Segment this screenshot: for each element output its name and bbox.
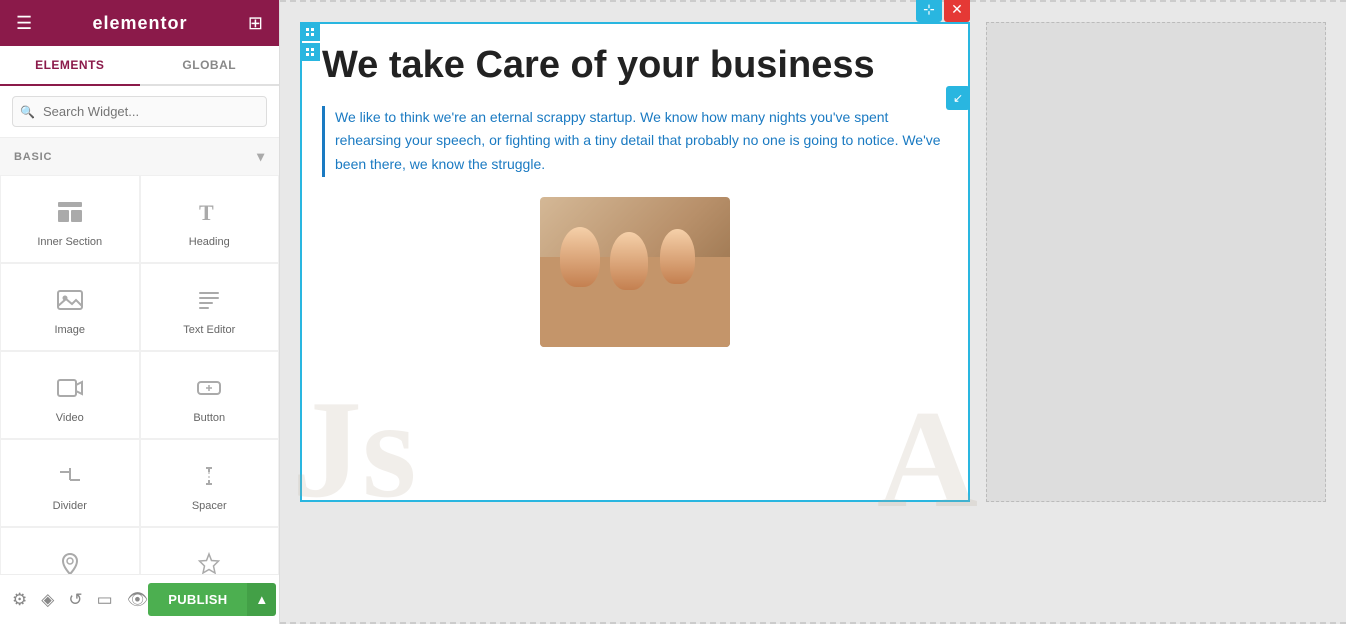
video-icon: [52, 370, 88, 406]
hamburger-icon[interactable]: ☰: [16, 13, 32, 34]
heading-icon: T: [191, 194, 227, 230]
handle-box-top[interactable]: [300, 23, 320, 41]
history-icon[interactable]: ↺: [68, 590, 82, 610]
widget-maps[interactable]: Google Maps: [0, 527, 140, 574]
sidebar: ☰ elementor ⊞ ELEMENTS GLOBAL BASIC ▾: [0, 0, 280, 624]
content-body: We like to think we're an eternal scrapp…: [322, 106, 948, 177]
desktop-icon[interactable]: ▭: [97, 590, 113, 610]
app-title: elementor: [93, 13, 188, 34]
panel-controls: ⊹ ✕: [916, 0, 970, 22]
handle-box-bottom[interactable]: [300, 43, 320, 61]
resize-handle[interactable]: ↙: [946, 86, 970, 110]
divider-icon: [52, 458, 88, 494]
right-watermark-a: A: [986, 22, 1064, 43]
widget-spacer[interactable]: Spacer: [140, 439, 280, 527]
sidebar-tabs: ELEMENTS GLOBAL: [0, 46, 279, 86]
maps-icon: [52, 546, 88, 574]
widget-spacer-label: Spacer: [192, 500, 227, 512]
footer-icons: ⚙ ◈ ↺ ▭ 👁: [12, 590, 148, 610]
publish-button-wrap: PUBLISH ▲: [148, 583, 276, 616]
widget-grid: Inner Section T Heading Image: [0, 175, 279, 574]
widget-video[interactable]: Video: [0, 351, 140, 439]
icon-icon: [191, 546, 227, 574]
section-basic-text: BASIC: [14, 151, 52, 163]
publish-button[interactable]: PUBLISH: [148, 583, 247, 616]
meeting-person-1: [560, 227, 600, 287]
right-photo-panel: Js A: [986, 22, 1326, 502]
text-editor-icon: [191, 282, 227, 318]
widget-heading[interactable]: T Heading: [140, 175, 280, 263]
canvas-area: ⊹ ✕ ↙ We take Care of your business We l…: [280, 2, 1346, 622]
content-heading: We take Care of your business: [322, 44, 948, 88]
widget-divider-label: Divider: [53, 500, 87, 512]
right-watermark-js: Js: [1193, 22, 1326, 43]
widget-icon[interactable]: Icon: [140, 527, 280, 574]
left-content-panel[interactable]: ⊹ ✕ ↙ We take Care of your business We l…: [300, 22, 970, 502]
tab-elements[interactable]: ELEMENTS: [0, 46, 140, 86]
watermark-a: A: [877, 390, 978, 530]
sidebar-header: ☰ elementor ⊞: [0, 0, 279, 46]
search-input[interactable]: [12, 96, 267, 127]
button-icon: [191, 370, 227, 406]
search-bar: [0, 86, 279, 138]
widget-heading-label: Heading: [189, 236, 230, 248]
move-button[interactable]: ⊹: [916, 0, 942, 22]
settings-icon[interactable]: ⚙: [12, 590, 27, 610]
watermark-js: Js: [292, 380, 416, 520]
tab-global[interactable]: GLOBAL: [140, 46, 280, 84]
widget-image[interactable]: Image: [0, 263, 140, 351]
widget-inner-section[interactable]: Inner Section: [0, 175, 140, 263]
widget-divider[interactable]: Divider: [0, 439, 140, 527]
widget-text-editor-label: Text Editor: [183, 324, 235, 336]
canvas: ⊹ ✕ ↙ We take Care of your business We l…: [280, 0, 1346, 624]
widget-image-label: Image: [54, 324, 85, 336]
svg-text:T: T: [199, 200, 214, 225]
sidebar-footer: ⚙ ◈ ↺ ▭ 👁 PUBLISH ▲: [0, 574, 279, 624]
spacer-icon: [191, 458, 227, 494]
meeting-person-3: [660, 229, 695, 284]
widget-button[interactable]: Button: [140, 351, 280, 439]
search-wrap: [12, 96, 267, 127]
widget-button-label: Button: [193, 412, 225, 424]
widget-video-label: Video: [56, 412, 84, 424]
office-person-4: [1191, 22, 1251, 23]
office-laptop: [1116, 22, 1196, 23]
meeting-photo: [540, 197, 730, 347]
section-basic-label: BASIC ▾: [0, 138, 279, 175]
section-toggle-icon[interactable]: ▾: [257, 148, 265, 165]
publish-arrow-button[interactable]: ▲: [247, 583, 276, 616]
meeting-person-2: [610, 232, 648, 290]
panel-handle[interactable]: [300, 23, 320, 61]
widget-text-editor[interactable]: Text Editor: [140, 263, 280, 351]
inner-section-icon: [52, 194, 88, 230]
grid-icon[interactable]: ⊞: [248, 13, 263, 34]
eye-icon[interactable]: 👁: [127, 590, 149, 610]
widget-inner-section-label: Inner Section: [37, 236, 102, 248]
close-button[interactable]: ✕: [944, 0, 970, 22]
image-icon: [52, 282, 88, 318]
office-person-1: [1038, 22, 1108, 23]
layers-icon[interactable]: ◈: [41, 590, 54, 610]
